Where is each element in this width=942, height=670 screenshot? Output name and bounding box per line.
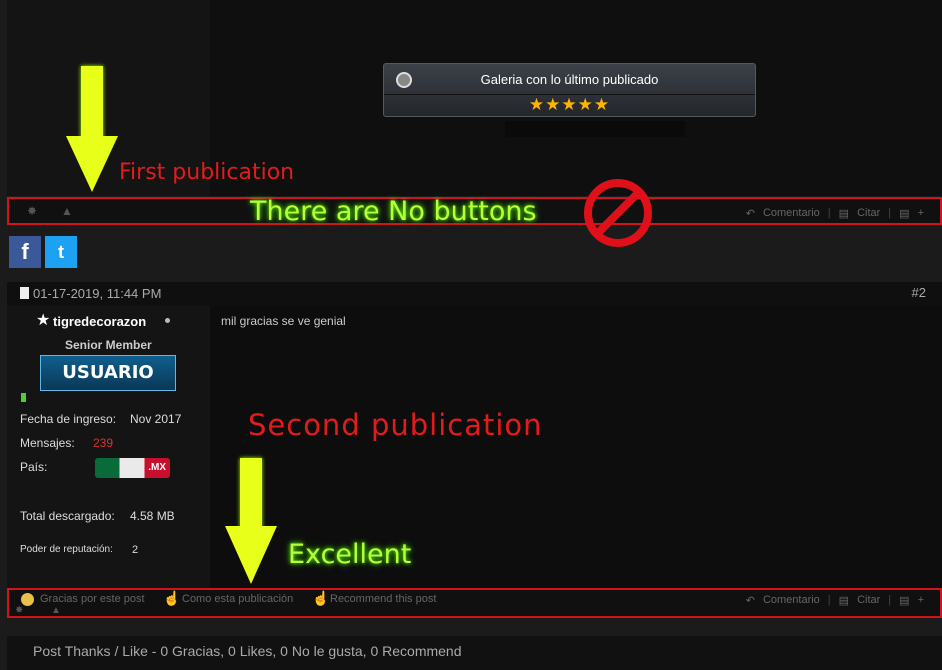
- warning-icon[interactable]: ▲: [51, 605, 61, 616]
- post-message: mil gracias se ve genial: [221, 314, 346, 328]
- quote-button[interactable]: Citar: [857, 594, 880, 606]
- reputation-label: Poder de reputación:: [20, 544, 113, 555]
- separator: |: [827, 594, 831, 606]
- multiquote-button[interactable]: +: [918, 207, 924, 219]
- separator: |: [827, 207, 831, 219]
- second-post-actions: ↶ Comentario | ▤ Citar | ▤ +: [742, 590, 928, 610]
- second-post-header: 01-17-2019, 11:44 PM #2: [7, 282, 942, 307]
- reply-button[interactable]: Comentario: [763, 594, 820, 606]
- reply-icon[interactable]: ↶: [746, 594, 755, 607]
- separator: |: [888, 207, 892, 219]
- thanks-button[interactable]: Gracias por este post: [40, 593, 145, 605]
- join-date-label: Fecha de ingreso:: [20, 412, 117, 426]
- annotation-no-buttons: There are No buttons: [250, 196, 537, 227]
- mexico-flag-icon: .MX: [95, 458, 170, 478]
- twitter-share-button[interactable]: t: [45, 236, 77, 268]
- annotation-arrow-shaft: [81, 66, 103, 138]
- post-icon: [20, 287, 29, 299]
- star-icon[interactable]: ✸: [27, 204, 37, 218]
- posts-label: Mensajes:: [20, 436, 75, 450]
- user-activity-indicator: [21, 393, 26, 402]
- rating-stars[interactable]: ★★★★★: [384, 95, 755, 116]
- recommend-icon[interactable]: ☝: [312, 590, 329, 607]
- join-date-value: Nov 2017: [130, 412, 182, 426]
- multiquote-icon[interactable]: ▤: [899, 594, 909, 607]
- post-thanks-text: Post Thanks / Like - 0 Gracias, 0 Likes,…: [33, 643, 462, 659]
- reply-icon[interactable]: ↶: [746, 207, 755, 220]
- star-icon[interactable]: ✸: [15, 605, 23, 616]
- quote-icon[interactable]: ▤: [839, 594, 849, 607]
- annotation-first-publication: First publication: [119, 160, 295, 185]
- annotation-arrow-head-icon: [225, 526, 277, 584]
- like-button[interactable]: Como esta publicación: [182, 593, 293, 605]
- annotation-arrow-head-icon: [66, 136, 118, 192]
- like-icon[interactable]: ☝: [163, 590, 180, 607]
- post-date: 01-17-2019, 11:44 PM: [33, 286, 162, 301]
- reply-button[interactable]: Comentario: [763, 207, 820, 219]
- gallery-placeholder-bar: [505, 121, 685, 137]
- gallery-widget[interactable]: Galeria con lo último publicado ★★★★★: [383, 63, 756, 117]
- annotation-second-publication: Second publication: [248, 408, 543, 442]
- user-star-icon: ★: [36, 312, 51, 329]
- user-rank-badge: USUARIO: [40, 355, 176, 391]
- multiquote-icon[interactable]: ▤: [899, 207, 909, 220]
- country-label: País:: [20, 460, 48, 474]
- user-title: Senior Member: [65, 338, 152, 352]
- downloaded-label: Total descargado:: [20, 509, 115, 523]
- annotation-excellent: Excellent: [288, 539, 412, 570]
- recommend-button[interactable]: Recommend this post: [330, 593, 436, 605]
- post-number-link[interactable]: #2: [912, 285, 926, 300]
- second-post-toolbar: Gracias por este post ☝ Como esta public…: [7, 588, 942, 618]
- downloaded-value: 4.58 MB: [130, 509, 175, 523]
- quote-icon[interactable]: ▤: [839, 207, 849, 220]
- online-status-icon: [165, 318, 170, 323]
- reputation-value: 2: [132, 544, 139, 556]
- username-link[interactable]: tigredecorazon: [53, 314, 146, 329]
- posts-count: 239: [93, 436, 114, 450]
- annotation-arrow-shaft: [240, 458, 262, 528]
- quote-button[interactable]: Citar: [857, 207, 880, 219]
- post-thanks-summary: Post Thanks / Like - 0 Gracias, 0 Likes,…: [7, 636, 942, 670]
- first-post-actions: ↶ Comentario | ▤ Citar | ▤ +: [742, 199, 928, 227]
- gallery-title: Galeria con lo último publicado: [384, 64, 755, 95]
- separator: |: [888, 594, 892, 606]
- multiquote-button[interactable]: +: [918, 594, 924, 606]
- facebook-share-button[interactable]: f: [9, 236, 41, 268]
- warning-icon[interactable]: ▲: [61, 204, 73, 218]
- prohibited-icon: [584, 179, 652, 247]
